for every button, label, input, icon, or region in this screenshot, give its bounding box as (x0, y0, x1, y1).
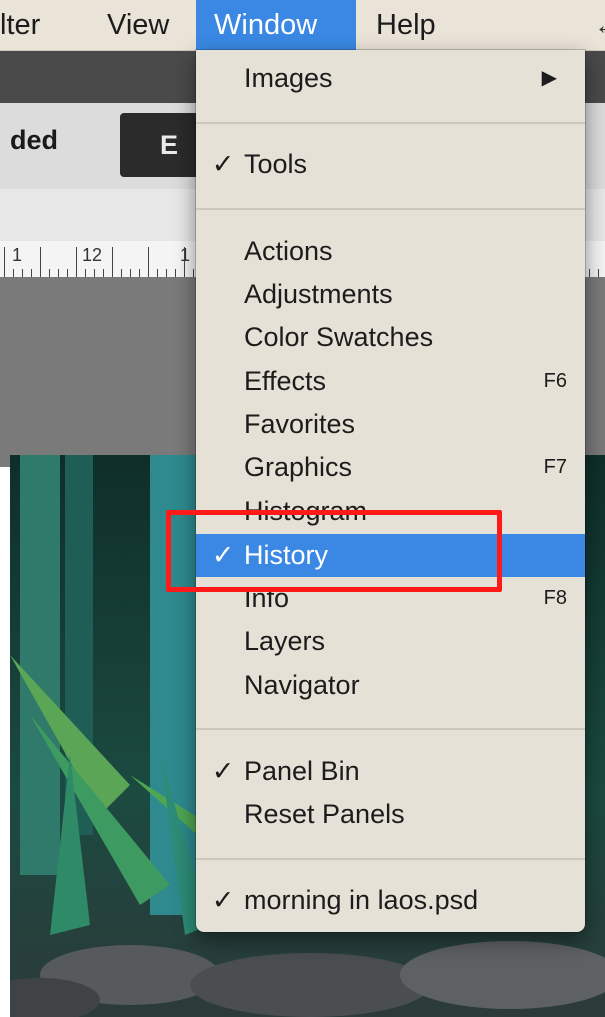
ruler-tick (94, 269, 95, 277)
menu-item-label: Favorites (244, 409, 356, 439)
menu-item-label: Panel Bin (244, 756, 360, 786)
ruler-tick (139, 269, 140, 277)
menu-item-graphics[interactable]: Graphics F7 (196, 446, 585, 489)
menu-item-label: Color Swatches (244, 322, 434, 352)
ruler-tick (130, 269, 131, 277)
ruler-label: 12 (82, 245, 103, 265)
ruler-label: 1 (12, 245, 23, 265)
ruler-tick (184, 247, 185, 277)
annotation-highlight-box (166, 510, 502, 592)
menu-item-label: Adjustments (244, 279, 393, 309)
menu-item-layers[interactable]: Layers (196, 620, 585, 663)
checkmark-icon: ✓ (211, 149, 235, 179)
ruler-tick (589, 269, 590, 277)
ruler-tick (40, 247, 41, 277)
menu-item-tools[interactable]: ✓ Tools (196, 143, 585, 186)
shortcut-label: F6 (543, 370, 567, 392)
ruler-tick (598, 269, 599, 277)
menu-help[interactable]: Help (362, 0, 450, 50)
menu-item-effects[interactable]: Effects F6 (196, 360, 585, 403)
menu-item-panel-bin[interactable]: ✓ Panel Bin (196, 750, 585, 793)
ruler-tick (31, 269, 32, 277)
menu-item-label: Navigator (244, 670, 360, 700)
menu-item-label: Reset Panels (244, 799, 405, 829)
ruler-tick (13, 269, 14, 277)
submenu-arrow-icon: ▶ (541, 67, 557, 89)
ruler-tick (175, 269, 176, 277)
checkmark-icon: ✓ (211, 885, 235, 915)
menu-item-favorites[interactable]: Favorites (196, 403, 585, 446)
ruler-tick (4, 247, 5, 277)
ruler-tick (85, 269, 86, 277)
menu-item-reset-panels[interactable]: Reset Panels (196, 793, 585, 836)
menu-item-navigator[interactable]: Navigator (196, 664, 585, 707)
ruler-tick (49, 269, 50, 277)
menu-view[interactable]: View (93, 0, 183, 50)
ruler-tick (103, 269, 104, 277)
menu-item-color-swatches[interactable]: Color Swatches (196, 316, 585, 359)
menu-item-document[interactable]: ✓ morning in laos.psd (196, 879, 585, 922)
menu-filter[interactable]: lter (0, 0, 54, 50)
menu-item-actions[interactable]: Actions (196, 230, 585, 273)
ruler-tick (148, 247, 149, 277)
ruler-label: 1 (180, 245, 191, 265)
shortcut-label: F8 (543, 587, 567, 609)
shortcut-label: F7 (543, 456, 567, 478)
ruler-tick (112, 247, 113, 277)
ruler-tick (22, 269, 23, 277)
menu-item-images[interactable]: Images ▶ (196, 57, 585, 100)
menu-separator (196, 728, 585, 730)
menu-item-label: Layers (244, 626, 326, 656)
ruler-tick (166, 269, 167, 277)
window-menu-dropdown: Images ▶ ✓ Tools Actions Adjustments Col… (196, 50, 585, 932)
ruler-tick (76, 247, 77, 277)
resize-arrows-icon: ↔ (594, 0, 605, 50)
ruler-tick (193, 269, 194, 277)
ruler-tick (58, 269, 59, 277)
menu-window[interactable]: Window (196, 0, 356, 50)
ruler-tick (121, 269, 122, 277)
menu-item-label: Tools (244, 149, 308, 179)
menu-item-label: Effects (244, 366, 327, 396)
menu-item-label: Images (244, 63, 333, 93)
menu-item-label: Graphics (244, 452, 353, 482)
menu-item-label: morning in laos.psd (244, 885, 479, 915)
menu-item-adjustments[interactable]: Adjustments (196, 273, 585, 316)
menu-separator (196, 122, 585, 124)
mode-label[interactable]: ded (10, 125, 58, 156)
menu-item-label: Actions (244, 236, 333, 266)
ruler-tick (157, 269, 158, 277)
ruler-tick (67, 269, 68, 277)
checkmark-icon: ✓ (211, 756, 235, 786)
menu-separator (196, 858, 585, 860)
menu-bar: lter View Window Help ↔ (0, 0, 605, 51)
menu-separator (196, 208, 585, 210)
